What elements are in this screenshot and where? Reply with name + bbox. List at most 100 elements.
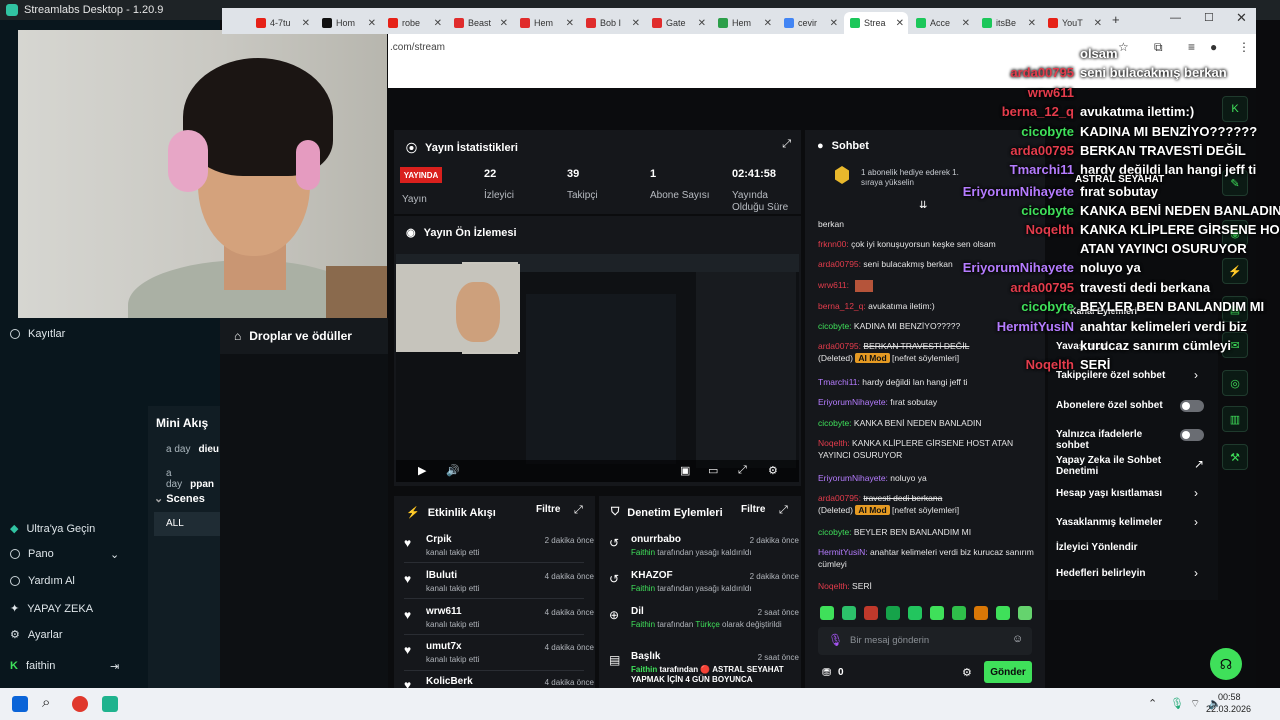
expand-icon[interactable]: ⤢	[574, 504, 583, 517]
chat-username[interactable]: cicobyte:	[818, 418, 852, 428]
media-icon[interactable]: ≡	[1188, 40, 1195, 54]
tab-close-icon[interactable]: ✕	[962, 18, 970, 29]
menu-item[interactable]: Hesap yaşı kısıtlaması	[1056, 488, 1166, 499]
menu-kebab-icon[interactable]: ⋮	[1238, 40, 1250, 54]
emote-icon[interactable]	[930, 606, 944, 620]
browser-tab[interactable]: cevir ✕	[778, 12, 842, 34]
maximize-button[interactable]: ☐	[1204, 11, 1214, 24]
address-bar[interactable]: .com/stream ☆ ⧉ ≡ ● ⋮	[388, 34, 1256, 62]
rail-wrench-icon[interactable]: ⚒	[1222, 444, 1248, 470]
browser-tab[interactable]: itsBe ✕	[976, 12, 1040, 34]
browser-tab[interactable]: Bob I ✕	[580, 12, 644, 34]
windows-start-icon[interactable]	[12, 696, 28, 712]
nav-kayitlar[interactable]: Kayıtlar	[10, 328, 65, 340]
nav-ultra[interactable]: ◆ Ultra'ya Geçin	[10, 522, 95, 536]
chat-settings-icon[interactable]: ⚙	[962, 666, 972, 679]
chat-username[interactable]: berna_12_q:	[818, 301, 866, 311]
tab-close-icon[interactable]: ✕	[896, 18, 904, 29]
theater-icon[interactable]: ▭	[708, 464, 718, 477]
nav-account[interactable]: Kfaithin ⇥	[10, 660, 119, 673]
fullscreen-icon[interactable]: ⤢	[738, 464, 747, 477]
chat-username[interactable]: wrw611:	[818, 280, 849, 290]
chat-username[interactable]: frknn00:	[818, 239, 849, 249]
tab-close-icon[interactable]: ✕	[368, 18, 376, 29]
emoji-icon[interactable]: ☺	[1012, 633, 1023, 645]
minimize-button[interactable]: —	[1170, 12, 1181, 24]
chat-username[interactable]: Noqelth:	[818, 581, 850, 591]
toggle-switch[interactable]	[1180, 400, 1204, 412]
chat-username[interactable]: arda00795:	[818, 259, 861, 269]
new-tab-button[interactable]: +	[1112, 12, 1120, 27]
volume-icon[interactable]: 🔊	[446, 464, 460, 477]
search-icon[interactable]: ⌕	[42, 694, 50, 711]
nav-ayarlar[interactable]: ⚙ Ayarlar	[10, 628, 63, 642]
browser-tab[interactable]: Strea ✕	[844, 12, 908, 34]
wifi-icon[interactable]: ⌔	[1190, 697, 1200, 711]
menu-item[interactable]: Yasaklanmış kelimeler	[1056, 517, 1166, 528]
tab-close-icon[interactable]: ✕	[698, 18, 706, 29]
emote-icon[interactable]	[1018, 606, 1032, 620]
scroll-down-icon[interactable]: ⇊	[919, 200, 927, 211]
menu-item[interactable]: Yalnızca ifadelerle sohbet	[1056, 429, 1166, 451]
browser-tab[interactable]: robe ✕	[382, 12, 446, 34]
browser-tab[interactable]: Gate ✕	[646, 12, 710, 34]
scenes-header[interactable]: ⌄ Scenes	[154, 492, 205, 505]
activity-filter[interactable]: Filtre	[536, 504, 560, 515]
support-headset-icon[interactable]: ☊	[1210, 648, 1242, 680]
tab-close-icon[interactable]: ✕	[302, 18, 310, 29]
chat-username[interactable]: EriyorumNihayete:	[818, 397, 888, 407]
rail-logo-icon[interactable]: K	[1222, 96, 1248, 122]
close-window-button[interactable]: ✕	[1236, 10, 1247, 26]
toggle-switch[interactable]	[1180, 429, 1204, 441]
menu-item[interactable]: Hedefleri belirleyin	[1056, 568, 1166, 579]
tab-close-icon[interactable]: ✕	[632, 18, 640, 29]
rail-broadcast-icon[interactable]: ◎	[1222, 370, 1248, 396]
chat-input[interactable]: 🎙 Bir mesaj gönderin ☺	[818, 627, 1032, 655]
emote-icon[interactable]	[820, 606, 834, 620]
play-icon[interactable]: ▶	[418, 464, 426, 477]
emote-icon[interactable]	[952, 606, 966, 620]
tray-chevron-icon[interactable]: ⌃	[1148, 697, 1157, 710]
droplar-header[interactable]: ⌂ Droplar ve ödüller	[220, 318, 388, 354]
chat-username[interactable]: arda00795:	[818, 341, 861, 351]
star-icon[interactable]: ☆	[1118, 40, 1129, 54]
chat-username[interactable]: EriyorumNihayete:	[818, 473, 888, 483]
expand-icon[interactable]: ⤢	[782, 138, 791, 151]
tab-close-icon[interactable]: ✕	[500, 18, 508, 29]
chat-username[interactable]: arda00795:	[818, 493, 861, 503]
menu-item[interactable]: İzleyici Yönlendir	[1056, 542, 1166, 553]
send-button[interactable]: Gönder	[984, 661, 1032, 683]
nav-ai[interactable]: ✦ YAPAY ZEKA	[10, 602, 93, 616]
mic-tray-icon[interactable]: 🎙	[1170, 697, 1184, 710]
chat-username[interactable]: HermitYusiN:	[818, 547, 868, 557]
emote-icon[interactable]	[974, 606, 988, 620]
rail-bolt-icon[interactable]: ⚡	[1222, 258, 1248, 284]
emote-icon[interactable]	[908, 606, 922, 620]
streamlabs-icon[interactable]	[102, 696, 118, 712]
nav-pano[interactable]: Pano ⌄	[10, 548, 119, 561]
tab-close-icon[interactable]: ✕	[1094, 18, 1102, 29]
emote-icon[interactable]	[842, 606, 856, 620]
extensions-icon[interactable]: ⧉	[1154, 40, 1163, 55]
emote-icon[interactable]	[996, 606, 1010, 620]
browser-tab[interactable]: Hom ✕	[316, 12, 380, 34]
tab-close-icon[interactable]: ✕	[764, 18, 772, 29]
browser-tab[interactable]: Hem ✕	[514, 12, 578, 34]
emote-icon[interactable]	[864, 606, 878, 620]
browser-tab[interactable]: 4-7tu ✕	[250, 12, 314, 34]
rail-layout-icon[interactable]: ▥	[1222, 406, 1248, 432]
moderation-filter[interactable]: Filtre	[741, 504, 765, 515]
chat-username[interactable]: Tmarchi11:	[818, 377, 860, 387]
browser-tab[interactable]: Hem ✕	[712, 12, 776, 34]
tab-close-icon[interactable]: ✕	[830, 18, 838, 29]
pip-icon[interactable]: ▣	[680, 464, 690, 477]
profile-icon[interactable]: ●	[1210, 40, 1217, 54]
menu-item[interactable]: Abonelere özel sohbet	[1056, 400, 1166, 411]
tab-close-icon[interactable]: ✕	[434, 18, 442, 29]
stream-preview[interactable]: ▶ 🔊 ▣ ▭ ⤢ ⚙	[396, 254, 799, 482]
scene-all-chip[interactable]: ALL	[154, 512, 220, 536]
menu-item[interactable]: Yapay Zeka ile Sohbet Denetimi	[1056, 455, 1166, 477]
chrome-icon[interactable]	[72, 696, 88, 712]
emote-icon[interactable]	[886, 606, 900, 620]
browser-tab[interactable]: Acce ✕	[910, 12, 974, 34]
